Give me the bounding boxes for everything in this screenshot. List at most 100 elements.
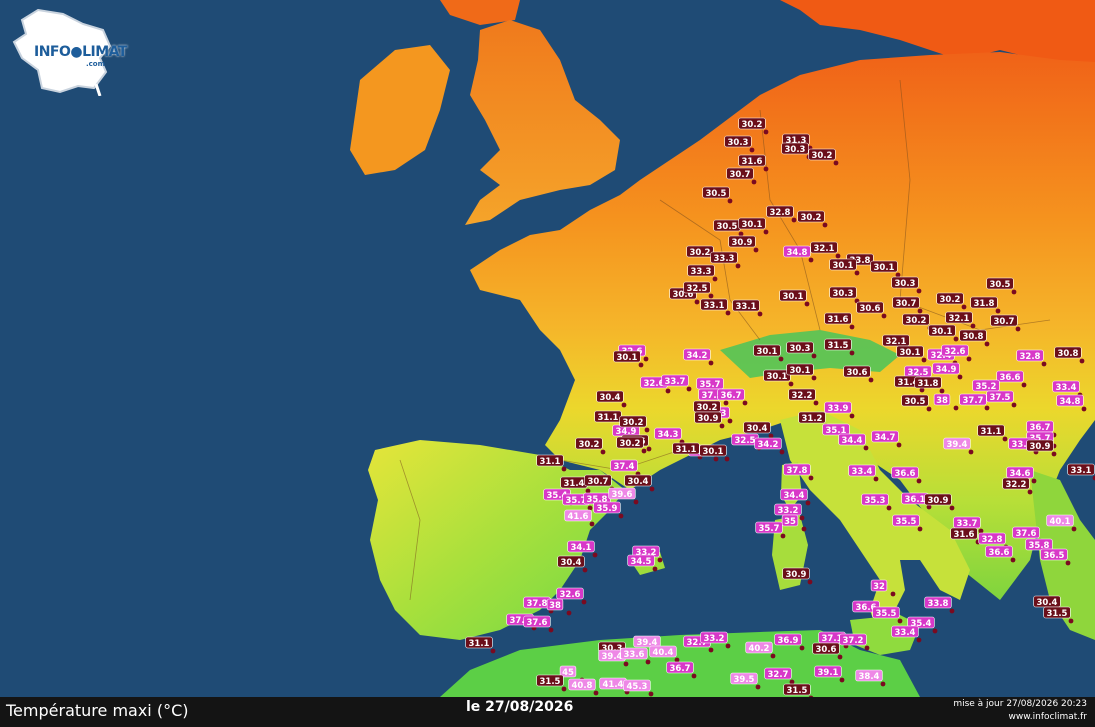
station-label[interactable]: 36.7: [717, 388, 745, 401]
station-label[interactable]: 39.4: [943, 437, 971, 450]
station-label[interactable]: 30.5: [901, 394, 929, 407]
station-label[interactable]: 33.2: [774, 503, 802, 516]
station-label[interactable]: 30.9: [924, 493, 952, 506]
station-label[interactable]: 33.7: [953, 516, 981, 529]
station-label[interactable]: 32.2: [788, 388, 816, 401]
station-label[interactable]: 31.6: [824, 312, 852, 325]
station-label[interactable]: 35.9: [593, 501, 621, 514]
station-label[interactable]: 32.5: [731, 433, 759, 446]
station-label[interactable]: 34.8: [1056, 394, 1084, 407]
station-label[interactable]: 33.4: [1052, 380, 1080, 393]
station-label[interactable]: 36.6: [996, 370, 1024, 383]
station-label[interactable]: 34.4: [780, 488, 808, 501]
station-label[interactable]: 36.7: [666, 661, 694, 674]
station-label[interactable]: 35.7: [755, 521, 783, 534]
station-label[interactable]: 30.2: [686, 245, 714, 258]
station-label[interactable]: 31.8: [914, 376, 942, 389]
station-label[interactable]: 35.5: [872, 606, 900, 619]
station-label[interactable]: 30.4: [624, 474, 652, 487]
station-label[interactable]: 30.7: [584, 474, 612, 487]
station-label[interactable]: 30.1: [699, 444, 727, 457]
station-label[interactable]: 30.4: [1033, 595, 1061, 608]
station-label[interactable]: 30.9: [728, 235, 756, 248]
station-label[interactable]: 30.1: [753, 344, 781, 357]
station-label[interactable]: 32.5: [683, 281, 711, 294]
station-label[interactable]: 35.7: [696, 377, 724, 390]
station-label[interactable]: 34.2: [683, 348, 711, 361]
station-label[interactable]: 30.2: [797, 210, 825, 223]
station-label[interactable]: 33.1: [732, 299, 760, 312]
station-label[interactable]: 30.4: [557, 555, 585, 568]
station-label[interactable]: 30.7: [892, 296, 920, 309]
station-label[interactable]: 30.6: [812, 642, 840, 655]
station-label[interactable]: 37.4: [610, 459, 638, 472]
station-label[interactable]: 34.8: [783, 245, 811, 258]
station-label[interactable]: 34.3: [654, 427, 682, 440]
station-label[interactable]: 30.5: [986, 277, 1014, 290]
station-label[interactable]: 33.8: [924, 596, 952, 609]
station-label[interactable]: 34.9: [932, 362, 960, 375]
station-label[interactable]: 37.6: [1012, 526, 1040, 539]
station-label[interactable]: 31.5: [824, 338, 852, 351]
station-label[interactable]: 31.1: [536, 454, 564, 467]
station-label[interactable]: 36.5: [1040, 548, 1068, 561]
station-label[interactable]: 36.6: [891, 466, 919, 479]
station-label[interactable]: 36.9: [774, 633, 802, 646]
station-label[interactable]: 32.8: [766, 205, 794, 218]
station-label[interactable]: 45.3: [623, 679, 651, 692]
station-label[interactable]: 39.6: [608, 487, 636, 500]
station-label[interactable]: 37.8: [523, 596, 551, 609]
station-label[interactable]: 34.6: [1006, 466, 1034, 479]
station-label[interactable]: 36.7: [1026, 420, 1054, 433]
station-label[interactable]: 33.7: [661, 374, 689, 387]
station-label[interactable]: 30.9: [694, 411, 722, 424]
station-label[interactable]: 30.1: [786, 363, 814, 376]
station-label[interactable]: 32.8: [1016, 349, 1044, 362]
station-label[interactable]: 30.4: [596, 390, 624, 403]
station-label[interactable]: 31.5: [536, 674, 564, 687]
station-label[interactable]: 30.1: [896, 345, 924, 358]
station-label[interactable]: 30.1: [763, 369, 791, 382]
station-label[interactable]: 41.4: [599, 677, 627, 690]
station-label[interactable]: 32.1: [810, 241, 838, 254]
station-label[interactable]: 32.6: [941, 344, 969, 357]
station-label[interactable]: 36.1: [901, 492, 929, 505]
station-label[interactable]: 35.5: [892, 514, 920, 527]
station-label[interactable]: 30.2: [616, 436, 644, 449]
station-label[interactable]: 30.9: [1026, 439, 1054, 452]
station-label[interactable]: 31.1: [465, 636, 493, 649]
station-label[interactable]: 33.6: [620, 647, 648, 660]
station-label[interactable]: 30.2: [693, 400, 721, 413]
station-label[interactable]: 41.6: [564, 509, 592, 522]
station-label[interactable]: 35.3: [861, 493, 889, 506]
station-label[interactable]: 35: [781, 514, 799, 527]
station-label[interactable]: 30.1: [779, 289, 807, 302]
site-link[interactable]: www.infoclimat.fr: [1009, 712, 1088, 722]
station-label[interactable]: 31.1: [594, 410, 622, 423]
station-label[interactable]: 40.8: [568, 678, 596, 691]
station-label[interactable]: 30.2: [936, 292, 964, 305]
station-label[interactable]: 38: [933, 393, 951, 406]
station-label[interactable]: 30.3: [891, 276, 919, 289]
station-label[interactable]: 30.7: [726, 167, 754, 180]
station-label[interactable]: 30.3: [781, 142, 809, 155]
station-label[interactable]: 32.7: [764, 667, 792, 680]
station-label[interactable]: 30.6: [856, 301, 884, 314]
station-label[interactable]: 34.4: [838, 433, 866, 446]
station-label[interactable]: 31.6: [950, 527, 978, 540]
station-label[interactable]: 32.2: [1002, 477, 1030, 490]
station-label[interactable]: 31.1: [977, 424, 1005, 437]
station-label[interactable]: 40.1: [1046, 514, 1074, 527]
station-label[interactable]: 30.1: [928, 324, 956, 337]
station-label[interactable]: 31.5: [1043, 606, 1071, 619]
station-label[interactable]: 32.6: [556, 587, 584, 600]
station-label[interactable]: 30.1: [738, 217, 766, 230]
station-label[interactable]: 34.7: [871, 430, 899, 443]
station-label[interactable]: 36.6: [985, 545, 1013, 558]
station-label[interactable]: 33.2: [700, 631, 728, 644]
station-label[interactable]: 34.1: [567, 540, 595, 553]
station-label[interactable]: 30.2: [619, 415, 647, 428]
station-label[interactable]: 30.9: [782, 567, 810, 580]
station-label[interactable]: 30.1: [613, 350, 641, 363]
station-label[interactable]: 37.7: [959, 393, 987, 406]
